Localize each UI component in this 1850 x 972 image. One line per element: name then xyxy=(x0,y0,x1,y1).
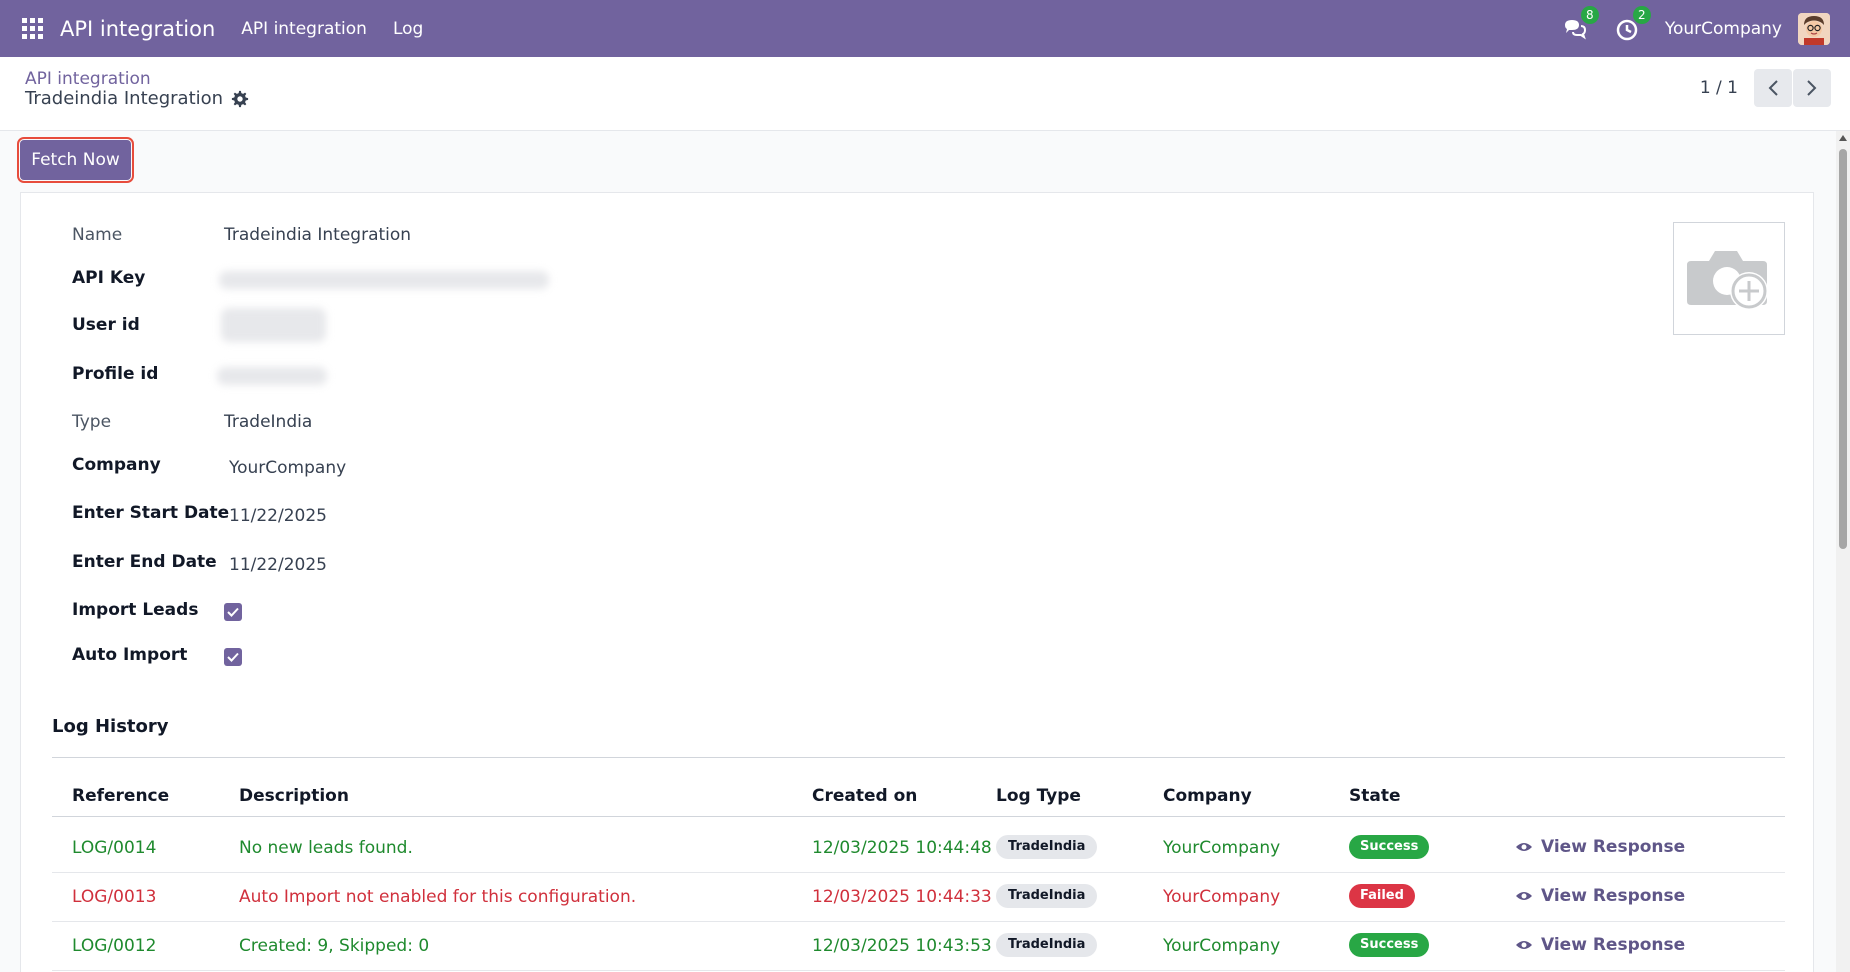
auto-import-checkbox[interactable] xyxy=(224,648,242,666)
api-key-label: API Key xyxy=(72,268,146,288)
company-label: Company xyxy=(72,455,161,475)
view-response-label: View Response xyxy=(1541,837,1686,857)
eye-icon xyxy=(1516,941,1532,949)
menu-api-integration[interactable]: API integration xyxy=(241,19,367,39)
reference-cell: LOG/0014 xyxy=(72,838,157,858)
log-table-header: Reference Description Created on Log Typ… xyxy=(52,786,1785,817)
column-state[interactable]: State xyxy=(1349,786,1401,806)
table-row[interactable]: LOG/0012 Created: 9, Skipped: 0 12/03/20… xyxy=(52,922,1785,971)
view-response-label: View Response xyxy=(1541,886,1686,906)
type-field[interactable]: TradeIndia xyxy=(224,412,312,432)
control-panel: API integration Tradeindia Integration 1… xyxy=(0,57,1850,131)
end-date-label: Enter End Date xyxy=(72,552,217,572)
breadcrumb-api-integration[interactable]: API integration xyxy=(25,69,151,89)
record-title-row: Tradeindia Integration xyxy=(25,88,249,109)
company-switcher[interactable]: YourCompany xyxy=(1665,19,1782,39)
end-date-field[interactable]: 11/22/2025 xyxy=(229,555,327,575)
eye-icon xyxy=(1516,892,1532,900)
app-title[interactable]: API integration xyxy=(60,17,215,41)
messages-badge: 8 xyxy=(1580,5,1599,24)
log-history-title: Log History xyxy=(52,716,169,737)
pager-value[interactable]: 1 / 1 xyxy=(1700,78,1738,98)
view-response-button[interactable]: View Response xyxy=(1515,837,1685,857)
profile-id-label: Profile id xyxy=(72,364,159,384)
api-key-field[interactable] xyxy=(219,271,549,289)
section-divider xyxy=(52,757,1785,758)
apps-menu-icon[interactable] xyxy=(22,17,44,40)
log-type-tag: TradeIndia xyxy=(996,933,1098,957)
pager-previous-button[interactable] xyxy=(1754,69,1792,107)
vertical-scrollbar[interactable] xyxy=(1836,131,1850,972)
view-response-button[interactable]: View Response xyxy=(1515,886,1685,906)
checkmark-icon xyxy=(227,607,239,617)
chevron-left-icon xyxy=(1768,80,1778,96)
status-badge: Failed xyxy=(1349,884,1415,908)
activities-badge: 2 xyxy=(1632,5,1651,24)
record-title: Tradeindia Integration xyxy=(25,88,224,109)
company-cell: YourCompany xyxy=(1163,887,1281,907)
company-cell: YourCompany xyxy=(1163,936,1281,956)
company-cell: YourCompany xyxy=(1163,838,1281,858)
profile-id-field[interactable] xyxy=(217,367,327,385)
user-id-label: User id xyxy=(72,315,140,335)
chevron-right-icon xyxy=(1807,80,1817,96)
user-id-field[interactable] xyxy=(221,308,326,342)
log-type-tag: TradeIndia xyxy=(996,835,1098,859)
user-avatar[interactable] xyxy=(1798,12,1830,45)
created-on-cell: 12/03/2025 10:44:33 xyxy=(812,887,992,907)
column-reference[interactable]: Reference xyxy=(72,786,169,806)
type-label: Type xyxy=(72,412,112,432)
image-upload-placeholder[interactable] xyxy=(1673,222,1785,335)
auto-import-label: Auto Import xyxy=(72,645,188,665)
description-cell: No new leads found. xyxy=(239,838,413,858)
import-leads-checkbox[interactable] xyxy=(224,603,242,621)
scroll-thumb[interactable] xyxy=(1839,149,1847,549)
created-on-cell: 12/03/2025 10:44:48 xyxy=(812,838,992,858)
company-field[interactable]: YourCompany xyxy=(229,458,346,478)
created-on-cell: 12/03/2025 10:43:53 xyxy=(812,936,992,956)
checkmark-icon xyxy=(227,652,239,662)
eye-icon xyxy=(1516,843,1532,851)
camera-plus-icon xyxy=(1687,250,1768,310)
import-leads-label: Import Leads xyxy=(72,600,199,620)
column-created-on[interactable]: Created on xyxy=(812,786,917,806)
status-badge: Success xyxy=(1349,835,1430,859)
name-label: Name xyxy=(72,225,123,245)
log-type-tag: TradeIndia xyxy=(996,884,1098,908)
reference-cell: LOG/0012 xyxy=(72,936,157,956)
scroll-up-arrow-icon[interactable] xyxy=(1839,135,1847,141)
navbar-systray: 8 2 YourCompany xyxy=(1561,0,1850,57)
reference-cell: LOG/0013 xyxy=(72,887,157,907)
messages-icon[interactable]: 8 xyxy=(1561,5,1599,43)
column-description[interactable]: Description xyxy=(239,786,349,806)
fetch-now-button[interactable]: Fetch Now xyxy=(17,137,134,183)
activities-icon[interactable]: 2 xyxy=(1613,5,1651,43)
pager-next-button[interactable] xyxy=(1793,69,1831,107)
view-response-button[interactable]: View Response xyxy=(1515,935,1685,955)
column-company[interactable]: Company xyxy=(1163,786,1252,806)
menu-log[interactable]: Log xyxy=(393,19,423,39)
description-cell: Created: 9, Skipped: 0 xyxy=(239,936,430,956)
top-navbar: API integration API integration Log 8 2 … xyxy=(0,0,1850,57)
description-cell: Auto Import not enabled for this configu… xyxy=(239,887,637,907)
view-response-label: View Response xyxy=(1541,935,1686,955)
column-log-type[interactable]: Log Type xyxy=(996,786,1081,806)
table-row[interactable]: LOG/0014 No new leads found. 12/03/2025 … xyxy=(52,824,1785,873)
status-badge: Success xyxy=(1349,933,1430,957)
name-field[interactable]: Tradeindia Integration xyxy=(224,225,411,245)
start-date-field[interactable]: 11/22/2025 xyxy=(229,506,327,526)
gear-icon[interactable] xyxy=(231,90,249,108)
form-sheet: Name Tradeindia Integration API Key User… xyxy=(20,192,1814,972)
table-row[interactable]: LOG/0013 Auto Import not enabled for thi… xyxy=(52,873,1785,922)
start-date-label: Enter Start Date xyxy=(72,503,230,523)
